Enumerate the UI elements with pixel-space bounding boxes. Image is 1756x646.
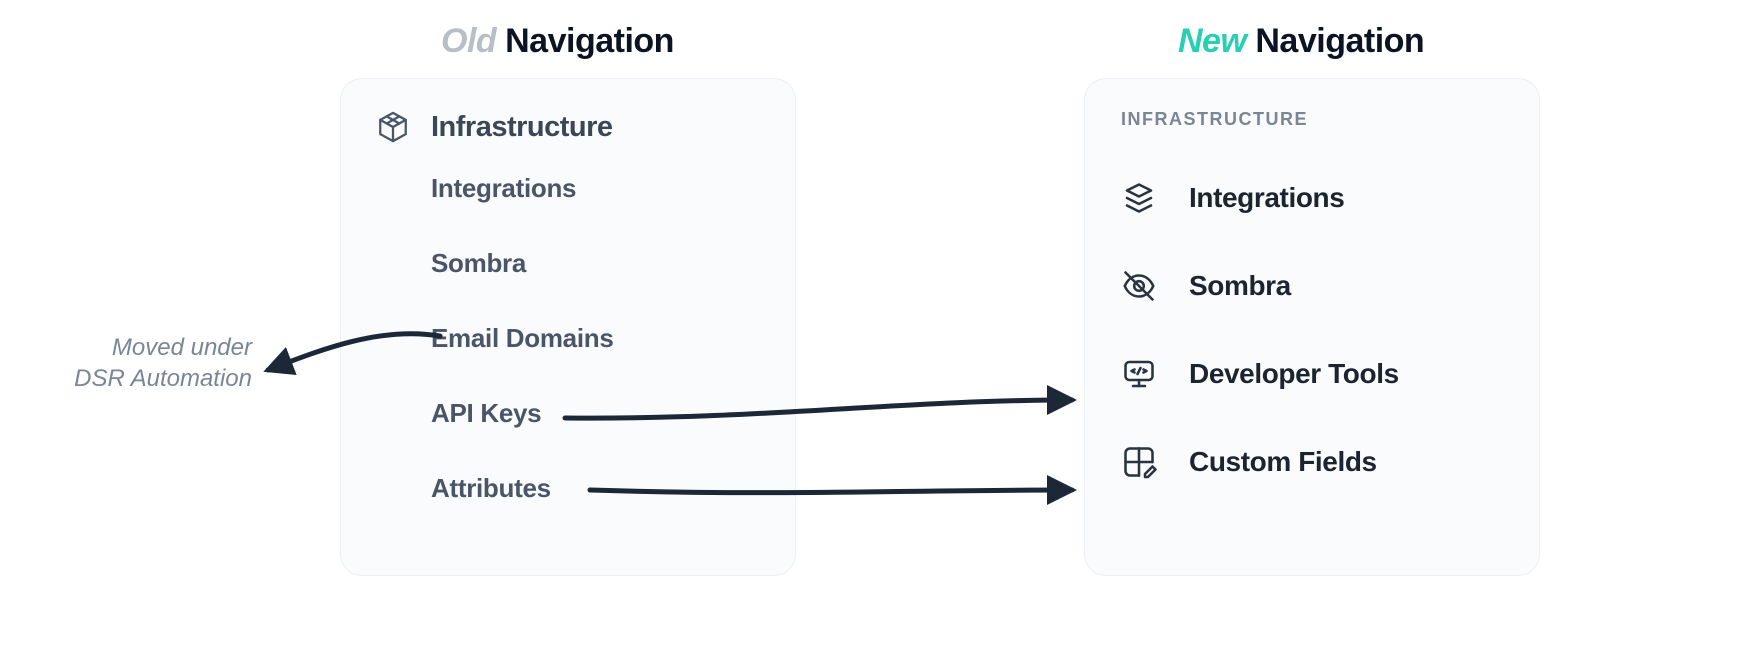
heading-old-navigation: Old Navigation — [441, 22, 674, 61]
new-nav-item-sombra[interactable]: Sombra — [1119, 266, 1505, 306]
annotation-moved-note: Moved under DSR Automation — [22, 332, 252, 394]
old-nav-list: Integrations Sombra Email Domains API Ke… — [375, 167, 761, 504]
annotation-line1: Moved under — [22, 332, 252, 363]
layers-icon — [1119, 178, 1159, 218]
heading-new-prefix: New — [1178, 22, 1246, 60]
annotation-line2: DSR Automation — [22, 363, 252, 394]
cube-icon — [375, 109, 411, 145]
heading-old-prefix: Old — [441, 22, 496, 60]
old-nav-item-integrations[interactable]: Integrations — [431, 173, 761, 204]
new-nav-item-developer-tools[interactable]: Developer Tools — [1119, 354, 1505, 394]
new-nav-item-label: Sombra — [1189, 270, 1291, 302]
heading-new-word: Navigation — [1255, 22, 1424, 60]
grid-edit-icon — [1119, 442, 1159, 482]
heading-new-navigation: New Navigation — [1178, 22, 1424, 61]
eye-off-icon — [1119, 266, 1159, 306]
new-nav-section-label: INFRASTRUCTURE — [1121, 109, 1505, 130]
new-nav-item-label: Developer Tools — [1189, 358, 1399, 390]
new-nav-card: INFRASTRUCTURE Integrations Sombra — [1084, 78, 1540, 576]
new-nav-item-label: Integrations — [1189, 182, 1344, 214]
old-nav-card: Infrastructure Integrations Sombra Email… — [340, 78, 796, 576]
old-nav-header: Infrastructure — [375, 109, 761, 145]
new-nav-item-custom-fields[interactable]: Custom Fields — [1119, 442, 1505, 482]
heading-old-word: Navigation — [505, 22, 674, 60]
old-nav-item-sombra[interactable]: Sombra — [431, 248, 761, 279]
old-nav-item-api-keys[interactable]: API Keys — [431, 398, 761, 429]
old-nav-title: Infrastructure — [431, 111, 613, 144]
new-nav-item-integrations[interactable]: Integrations — [1119, 178, 1505, 218]
old-nav-item-email-domains[interactable]: Email Domains — [431, 323, 761, 354]
code-monitor-icon — [1119, 354, 1159, 394]
old-nav-item-attributes[interactable]: Attributes — [431, 473, 761, 504]
new-nav-item-label: Custom Fields — [1189, 446, 1377, 478]
